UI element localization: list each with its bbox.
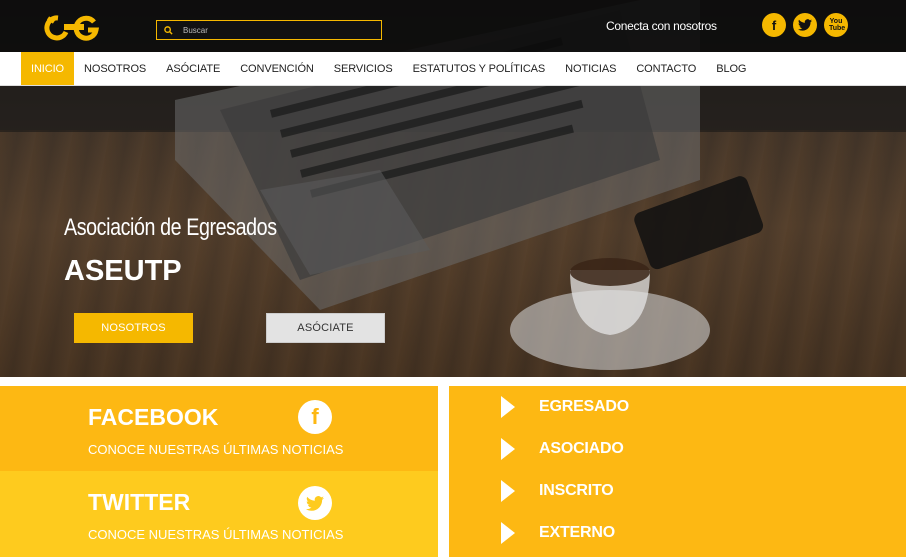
search-icon[interactable] (157, 25, 179, 35)
brand-logo[interactable] (44, 12, 102, 42)
nosotros-button[interactable]: NOSOTROS (74, 313, 193, 343)
play-arrow-icon (501, 438, 515, 460)
social-links: f You Tube (762, 13, 848, 37)
youtube-glyph: You Tube (829, 18, 846, 32)
nav-item-inicio[interactable]: INICIO (21, 52, 75, 85)
search-box[interactable] (156, 20, 382, 40)
facebook-icon[interactable]: f (762, 13, 786, 37)
search-input[interactable] (179, 25, 369, 35)
link-asociado[interactable]: ASOCIADO (501, 438, 624, 460)
nav-item-estatutos[interactable]: ESTATUTOS Y POLÍTICAS (403, 52, 556, 85)
play-arrow-icon (501, 396, 515, 418)
twitter-card[interactable]: TWITTER CONOCE NUESTRAS ÚLTIMAS NOTICIAS (0, 471, 438, 557)
twitter-bird-icon (798, 19, 812, 31)
link-asociado-label: ASOCIADO (539, 440, 624, 457)
link-externo[interactable]: EXTERNO (501, 522, 615, 544)
twitter-icon[interactable] (793, 13, 817, 37)
nav-item-noticias[interactable]: NOTICIAS (555, 52, 626, 85)
nav-item-convencion[interactable]: CONVENCIÓN (230, 52, 324, 85)
facebook-icon[interactable]: f (298, 400, 332, 434)
top-bar: Conecta con nosotros f You Tube (0, 0, 906, 52)
hero-subtitle: Asociación de Egresados (64, 214, 277, 241)
nav-item-servicios[interactable]: SERVICIOS (324, 52, 403, 85)
social-cards: FACEBOOK CONOCE NUESTRAS ÚLTIMAS NOTICIA… (0, 386, 438, 557)
twitter-card-subtitle: CONOCE NUESTRAS ÚLTIMAS NOTICIAS (88, 527, 344, 542)
nav-item-asociate[interactable]: ASÓCIATE (156, 52, 230, 85)
connect-label: Conecta con nosotros (606, 19, 717, 33)
facebook-glyph: f (771, 17, 777, 33)
nav-item-blog[interactable]: BLOG (706, 52, 756, 85)
youtube-icon[interactable]: You Tube (824, 13, 848, 37)
link-egresado-label: EGRESADO (539, 398, 629, 415)
member-links-panel: EGRESADO ASOCIADO INSCRITO EXTERNO (449, 386, 906, 557)
nav-item-contacto[interactable]: CONTACTO (626, 52, 706, 85)
hero-title: ASEUTP (64, 255, 182, 287)
link-externo-label: EXTERNO (539, 524, 615, 541)
play-arrow-icon (501, 522, 515, 544)
main-nav: INICIO NOSOTROS ASÓCIATE CONVENCIÓN SERV… (0, 52, 906, 86)
play-arrow-icon (501, 480, 515, 502)
link-inscrito-label: INSCRITO (539, 482, 614, 499)
nav-item-nosotros[interactable]: NOSOTROS (74, 52, 156, 85)
facebook-card[interactable]: FACEBOOK CONOCE NUESTRAS ÚLTIMAS NOTICIA… (0, 386, 438, 471)
asociate-button[interactable]: ASÓCIATE (266, 313, 385, 343)
link-inscrito[interactable]: INSCRITO (501, 480, 614, 502)
twitter-card-title: TWITTER (88, 489, 191, 515)
facebook-card-glyph: f (311, 404, 319, 429)
twitter-icon[interactable] (298, 486, 332, 520)
facebook-card-subtitle: CONOCE NUESTRAS ÚLTIMAS NOTICIAS (88, 442, 344, 457)
twitter-bird-icon (306, 495, 324, 511)
link-egresado[interactable]: EGRESADO (501, 396, 629, 418)
facebook-card-title: FACEBOOK (88, 404, 219, 430)
